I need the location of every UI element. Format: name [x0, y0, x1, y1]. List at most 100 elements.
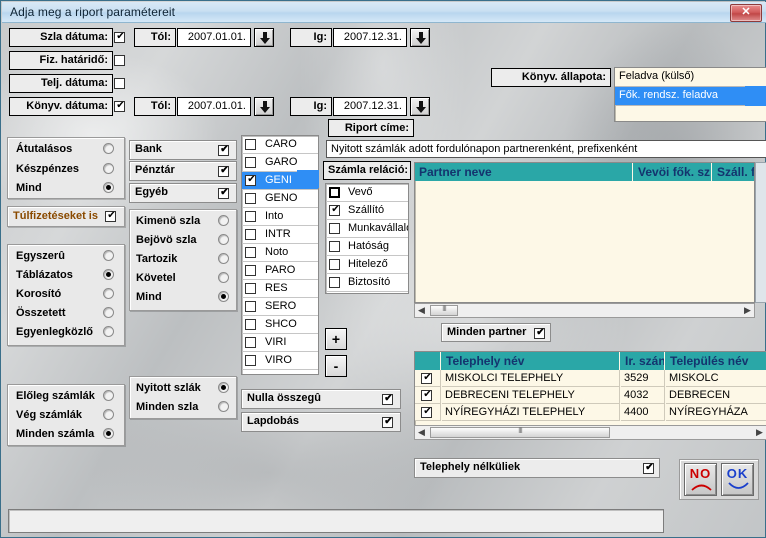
list-item[interactable]: Feladva (külső) [615, 68, 766, 87]
list-item[interactable]: Fők. rendsz. feladva [615, 87, 745, 106]
ok-button[interactable]: OK [721, 463, 754, 496]
report-style-radio-korosito[interactable] [103, 288, 114, 299]
prefix-checkbox[interactable] [245, 139, 256, 150]
list-item[interactable]: GENO [242, 190, 318, 208]
checkbox-zero-amount[interactable] [382, 393, 394, 405]
checkbox-bank[interactable] [218, 144, 230, 156]
konyv-allapota-listbox[interactable]: Feladva (külső) Fők. rendsz. feladva [614, 67, 766, 122]
prefix-checkbox[interactable] [245, 283, 256, 294]
list-item[interactable]: VIRI [242, 334, 318, 352]
report-style-radio-egyenlegkozlo[interactable] [103, 326, 114, 337]
site-row-checkbox[interactable] [421, 406, 433, 418]
add-button[interactable]: + [325, 328, 347, 350]
field-riport-cime[interactable]: Nyitott számlák adott fordulónapon partn… [326, 140, 766, 158]
prefix-checkbox[interactable] [245, 301, 256, 312]
prefix-checkbox[interactable] [245, 337, 256, 348]
list-item[interactable]: RES [242, 280, 318, 298]
invoice-kind-radio-eloleg[interactable] [103, 390, 114, 401]
list-item[interactable]: Hatóság [326, 238, 408, 256]
relation-listbox[interactable]: Vevő Szállító Munkavállaló Hatóság Hitelező B… [325, 183, 409, 294]
relation-checkbox[interactable] [329, 259, 340, 270]
prefix-checkbox[interactable] [245, 319, 256, 330]
szla-tol-dropdown-icon[interactable] [254, 28, 274, 47]
direction-radio-tartozik[interactable] [218, 253, 229, 264]
payment-mode-radio-mind[interactable] [103, 182, 114, 193]
partner-grid[interactable]: Partner neve Vevöi fők. sz Száll. fő [414, 162, 755, 303]
direction-radio-kovetel[interactable] [218, 272, 229, 283]
invoice-kind-radio-veg[interactable] [103, 409, 114, 420]
scroll-left-icon[interactable]: ◀ [415, 304, 428, 317]
close-icon[interactable] [730, 4, 762, 22]
site-row-checkbox[interactable] [421, 389, 433, 401]
list-item[interactable]: Into [242, 208, 318, 226]
invoice-kind-radio-minden[interactable] [103, 428, 114, 439]
report-style-radio-osszetett[interactable] [103, 307, 114, 318]
prefix-checkbox[interactable] [245, 193, 256, 204]
payment-mode-radio-atutalasos[interactable] [103, 143, 114, 154]
site-row-checkbox-cell[interactable] [415, 387, 441, 404]
list-item[interactable]: Vevő [326, 184, 408, 202]
partner-grid-vertical-scrollbar[interactable] [755, 162, 766, 303]
prefix-checkbox[interactable] [245, 211, 256, 222]
konyv-ig-dropdown-icon[interactable] [410, 97, 430, 116]
list-item[interactable]: Noto [242, 244, 318, 262]
relation-checkbox[interactable] [329, 204, 341, 216]
table-row[interactable]: NYÍREGYHÁZI TELEPHELY4400NYÍREGYHÁZA [415, 404, 766, 421]
list-item[interactable]: PARO [242, 262, 318, 280]
prefix-checkbox[interactable] [245, 157, 256, 168]
combo-zero-amount[interactable]: Nulla összegû [241, 389, 401, 409]
list-item[interactable]: INTR [242, 226, 318, 244]
open-state-radio-minden[interactable] [218, 401, 229, 412]
relation-checkbox[interactable] [329, 277, 340, 288]
scroll-thumb[interactable] [430, 304, 458, 316]
scroll-left-icon[interactable]: ◀ [415, 426, 428, 439]
checkbox-no-site[interactable] [643, 462, 655, 474]
scroll-right-icon[interactable]: ▶ [753, 426, 766, 439]
relation-checkbox[interactable] [329, 223, 340, 234]
konyv-tol-dropdown-icon[interactable] [254, 97, 274, 116]
list-item[interactable]: VIRO [242, 352, 318, 370]
prefix-checkbox[interactable] [245, 355, 256, 366]
report-style-radio-egyszeru[interactable] [103, 250, 114, 261]
field-szla-tol[interactable]: 2007.01.01. [177, 28, 251, 47]
prefix-checkbox[interactable] [245, 174, 257, 186]
payment-mode-radio-keszpenzes[interactable] [103, 163, 114, 174]
prefix-checkbox[interactable] [245, 247, 256, 258]
relation-checkbox[interactable] [329, 241, 340, 252]
checkbox-overpay[interactable] [105, 210, 117, 222]
site-row-checkbox-cell[interactable] [415, 404, 441, 421]
table-row[interactable]: DEBRECENI TELEPHELY4032DEBRECEN [415, 387, 766, 404]
report-style-radio-tablazatos[interactable] [103, 269, 114, 280]
checkbox-fiz-hatarido[interactable] [114, 55, 125, 66]
combo-egyeb[interactable]: Egyéb [129, 183, 237, 203]
table-row[interactable]: MISKOLCI TELEPHELY3529MISKOLC [415, 370, 766, 387]
checkbox-konyv-datuma[interactable] [114, 100, 126, 112]
checkbox-szla-datuma[interactable] [114, 31, 126, 43]
checkbox-telj-datuma[interactable] [114, 78, 125, 89]
field-konyv-tol[interactable]: 2007.01.01. [177, 97, 251, 116]
prefix-checkbox[interactable] [245, 229, 256, 240]
szla-ig-dropdown-icon[interactable] [410, 28, 430, 47]
list-item[interactable]: Szállító [326, 202, 408, 220]
combo-penztar[interactable]: Pénztár [129, 161, 237, 181]
checkbox-page-break[interactable] [382, 416, 394, 428]
remove-button[interactable]: - [325, 355, 347, 377]
direction-radio-bejovo[interactable] [218, 234, 229, 245]
field-szla-ig[interactable]: 2007.12.31. [333, 28, 407, 47]
direction-radio-mind[interactable] [218, 291, 229, 302]
scroll-right-icon[interactable]: ▶ [741, 304, 754, 317]
list-item[interactable]: Hitelező [326, 256, 408, 274]
site-row-checkbox[interactable] [421, 372, 433, 384]
combo-bank[interactable]: Bank [129, 140, 237, 160]
site-grid-horizontal-scrollbar[interactable]: ◀ ▶ [414, 425, 766, 440]
cancel-button[interactable]: NO [684, 463, 717, 496]
list-item[interactable]: Biztosító [326, 274, 408, 292]
relation-checkbox[interactable] [329, 187, 340, 198]
list-item[interactable]: CARO [242, 136, 318, 154]
list-item[interactable]: SHCO [242, 316, 318, 334]
checkbox-penztar[interactable] [218, 165, 230, 177]
open-state-radio-nyitott[interactable] [218, 382, 229, 393]
scroll-thumb[interactable] [430, 426, 610, 438]
list-item[interactable]: SERO [242, 298, 318, 316]
prefix-checkbox[interactable] [245, 265, 256, 276]
